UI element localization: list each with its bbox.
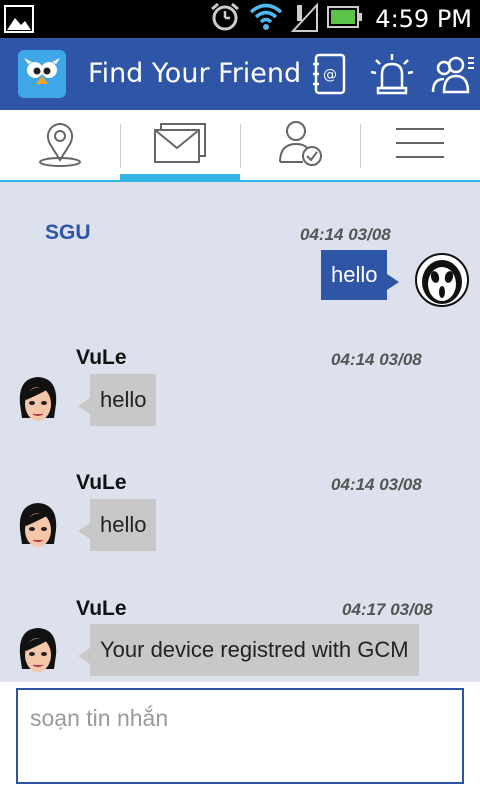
composer	[0, 682, 480, 800]
message-text: hello	[100, 512, 147, 537]
tab-friends[interactable]	[240, 110, 360, 180]
tab-bar	[0, 110, 480, 182]
contacts-book-icon[interactable]: @	[308, 52, 352, 96]
avatar[interactable]	[16, 500, 60, 554]
message-sender: VuLe	[76, 471, 127, 494]
message-text: Your device registred with GCM	[100, 637, 409, 662]
avatar[interactable]	[16, 625, 60, 679]
message-sender: VuLe	[76, 346, 127, 369]
avatar[interactable]	[414, 252, 470, 308]
message-timestamp: 04:14 03/08	[331, 350, 422, 369]
alarm-icon	[209, 1, 241, 38]
message-bubble[interactable]: hello	[77, 499, 157, 551]
message-input[interactable]	[16, 688, 464, 784]
battery-icon	[327, 5, 363, 34]
message-text: hello	[100, 387, 147, 412]
tab-map[interactable]	[0, 110, 120, 180]
status-bar: 4:59 PM	[0, 0, 480, 38]
map-pin-icon	[35, 118, 85, 173]
message-timestamp: 04:14 03/08	[331, 475, 422, 494]
status-time: 4:59 PM	[375, 5, 472, 33]
message-bubble[interactable]: hello	[321, 250, 401, 300]
tab-menu[interactable]	[360, 110, 480, 180]
message-sender: VuLe	[76, 597, 127, 620]
message-timestamp: 04:17 03/08	[342, 600, 433, 619]
message-bubble[interactable]: hello	[77, 374, 157, 426]
app-title: Find Your Friend	[88, 58, 302, 89]
user-check-icon	[275, 118, 325, 173]
message-timestamp: 04:14 03/08	[300, 225, 391, 244]
signal-icon	[291, 1, 319, 38]
app-logo-icon[interactable]	[18, 50, 66, 98]
menu-icon	[394, 125, 446, 166]
action-bar: Find Your Friend @	[0, 38, 480, 110]
message-text: hello	[331, 262, 378, 287]
message-sender: SGU	[45, 221, 91, 244]
svg-text:@: @	[323, 67, 337, 83]
wifi-icon	[249, 2, 283, 37]
siren-icon[interactable]	[370, 52, 414, 96]
envelope-icon	[153, 122, 207, 169]
group-icon[interactable]	[430, 52, 474, 96]
message-bubble[interactable]: Your device registred with GCM	[78, 624, 419, 676]
gallery-icon	[4, 5, 34, 38]
tab-messages[interactable]	[120, 110, 240, 182]
avatar[interactable]	[16, 374, 60, 428]
